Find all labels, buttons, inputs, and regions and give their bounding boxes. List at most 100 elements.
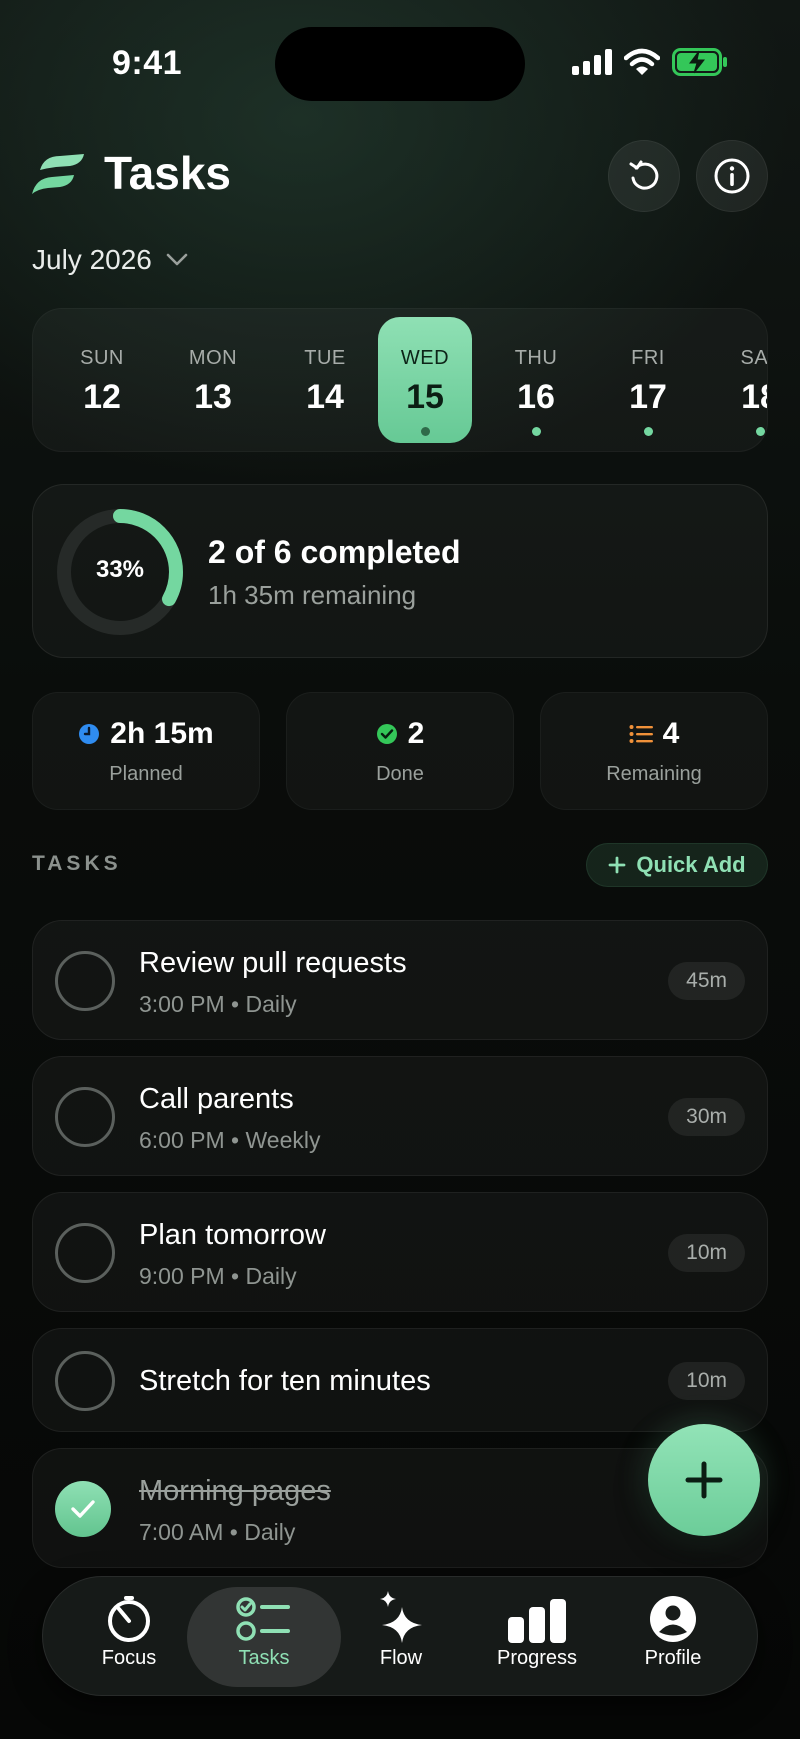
- day-sat[interactable]: SAT 18: [713, 317, 767, 443]
- task-card[interactable]: Review pull requests 3:00 PM • Daily 45m: [32, 920, 768, 1040]
- wifi-icon: [624, 48, 660, 75]
- info-button[interactable]: [696, 140, 768, 212]
- task-repeat: Weekly: [245, 1127, 321, 1153]
- day-thu[interactable]: THU 16: [489, 317, 583, 443]
- task-repeat: Daily: [244, 1519, 296, 1545]
- sparkle-icon: [380, 1591, 422, 1643]
- nav-label: Tasks: [238, 1647, 290, 1669]
- task-card[interactable]: Stretch for ten minutes 10m: [32, 1328, 768, 1432]
- nav-label: Focus: [101, 1647, 157, 1669]
- nav-progress[interactable]: Progress: [467, 1587, 607, 1687]
- task-dot: [531, 427, 541, 436]
- quick-add-button[interactable]: Quick Add: [586, 843, 768, 887]
- progress-remaining: 1h 35m remaining: [208, 580, 417, 610]
- day-name: FRI: [631, 347, 665, 369]
- stat-remaining: 4 Remaining: [540, 692, 768, 810]
- task-meta: 3:00 PM • Daily: [139, 991, 297, 1017]
- task-time: 6:00 PM: [139, 1127, 225, 1153]
- task-meta: 9:00 PM • Daily: [139, 1263, 297, 1289]
- info-icon: [714, 158, 750, 194]
- timer-icon: [108, 1596, 150, 1642]
- day-sun[interactable]: SUN 12: [55, 317, 149, 443]
- tasks-section-label: TASKS: [32, 852, 122, 875]
- stat-done: 2 Done: [286, 692, 514, 810]
- list-icon: [629, 725, 653, 743]
- stat-value: 4: [662, 717, 680, 750]
- chevron-down-icon: [166, 253, 188, 266]
- nav-focus[interactable]: Focus: [59, 1587, 199, 1687]
- plus-icon: [608, 856, 626, 874]
- check-circle-icon: [376, 724, 397, 744]
- reset-icon: [629, 160, 659, 190]
- reset-button[interactable]: [608, 140, 680, 212]
- day-fri[interactable]: FRI 17: [601, 317, 695, 443]
- progress-percent: 33%: [95, 556, 145, 583]
- day-date: 13: [194, 378, 232, 416]
- progress-title: 2 of 6 completed: [208, 534, 461, 570]
- nav-flow[interactable]: Flow: [331, 1587, 471, 1687]
- nav-profile[interactable]: Profile: [603, 1587, 743, 1687]
- task-duration: 45m: [668, 962, 745, 1000]
- task-title: Plan tomorrow: [139, 1219, 326, 1251]
- day-name: MON: [188, 347, 238, 369]
- task-duration: 30m: [668, 1098, 745, 1136]
- month-selector[interactable]: July 2026: [32, 244, 188, 276]
- day-name: SAT: [740, 347, 767, 369]
- stat-planned: 2h 15m Planned: [32, 692, 260, 810]
- task-dot: [755, 427, 765, 436]
- stat-label: Planned: [109, 763, 183, 785]
- stat-label: Done: [376, 763, 424, 785]
- task-card[interactable]: Plan tomorrow 9:00 PM • Daily 10m: [32, 1192, 768, 1312]
- status-icons: [572, 48, 728, 76]
- day-date: 18: [741, 378, 767, 416]
- task-checkbox[interactable]: [55, 1351, 115, 1411]
- task-card[interactable]: Call parents 6:00 PM • Weekly 30m: [32, 1056, 768, 1176]
- quick-add-label: Quick Add: [636, 852, 746, 877]
- person-icon: [650, 1596, 696, 1642]
- task-time: 7:00 AM: [139, 1519, 224, 1545]
- month-label: July 2026: [32, 244, 152, 275]
- dynamic-island: [275, 27, 525, 101]
- nav-label: Progress: [496, 1647, 578, 1669]
- task-checkbox[interactable]: [55, 1087, 115, 1147]
- plus-icon: [685, 1461, 723, 1499]
- day-mon[interactable]: MON 13: [166, 317, 260, 443]
- status-time: 9:41: [112, 44, 183, 82]
- day-name: TUE: [304, 347, 346, 369]
- task-checkbox[interactable]: [55, 951, 115, 1011]
- task-time: 9:00 PM: [139, 1263, 225, 1289]
- nav-tasks-active[interactable]: Tasks: [187, 1587, 341, 1687]
- week-strip: SUN 12 MON 13 TUE 14 WED 15 THU 16 FRI 1…: [32, 308, 768, 452]
- clock-icon: [79, 724, 100, 744]
- add-task-fab[interactable]: [648, 1424, 760, 1536]
- bottom-nav: Focus Tasks Flow Progress Profile: [42, 1576, 758, 1696]
- day-name: SUN: [80, 347, 124, 369]
- task-checkbox-checked[interactable]: [55, 1481, 111, 1537]
- task-meta: 6:00 PM • Weekly: [139, 1127, 321, 1153]
- task-repeat: Daily: [245, 1263, 297, 1289]
- day-date: 12: [83, 378, 121, 416]
- nav-label: Flow: [379, 1647, 423, 1669]
- nav-label: Profile: [644, 1647, 702, 1669]
- battery-charging-icon: [672, 48, 727, 76]
- day-date: 15: [406, 378, 444, 416]
- task-title: Morning pages: [139, 1475, 331, 1507]
- task-dot: [643, 427, 653, 436]
- task-duration: 10m: [668, 1234, 745, 1272]
- task-checkbox[interactable]: [55, 1223, 115, 1283]
- checklist-icon: [236, 1597, 290, 1641]
- day-name: THU: [514, 347, 558, 369]
- page-title: Tasks: [104, 147, 232, 199]
- day-wed-selected[interactable]: WED 15: [378, 317, 472, 443]
- bar-chart-icon: [508, 1599, 566, 1643]
- stat-value: 2: [407, 717, 425, 750]
- task-time: 3:00 PM: [139, 991, 225, 1017]
- signal-icon: [572, 49, 612, 75]
- task-repeat: Daily: [245, 991, 297, 1017]
- stat-value: 2h 15m: [110, 717, 214, 750]
- day-tue[interactable]: TUE 14: [278, 317, 372, 443]
- task-title: Review pull requests: [139, 947, 407, 979]
- task-title: Call parents: [139, 1083, 294, 1115]
- stat-label: Remaining: [606, 763, 702, 785]
- task-meta: 7:00 AM • Daily: [139, 1519, 296, 1545]
